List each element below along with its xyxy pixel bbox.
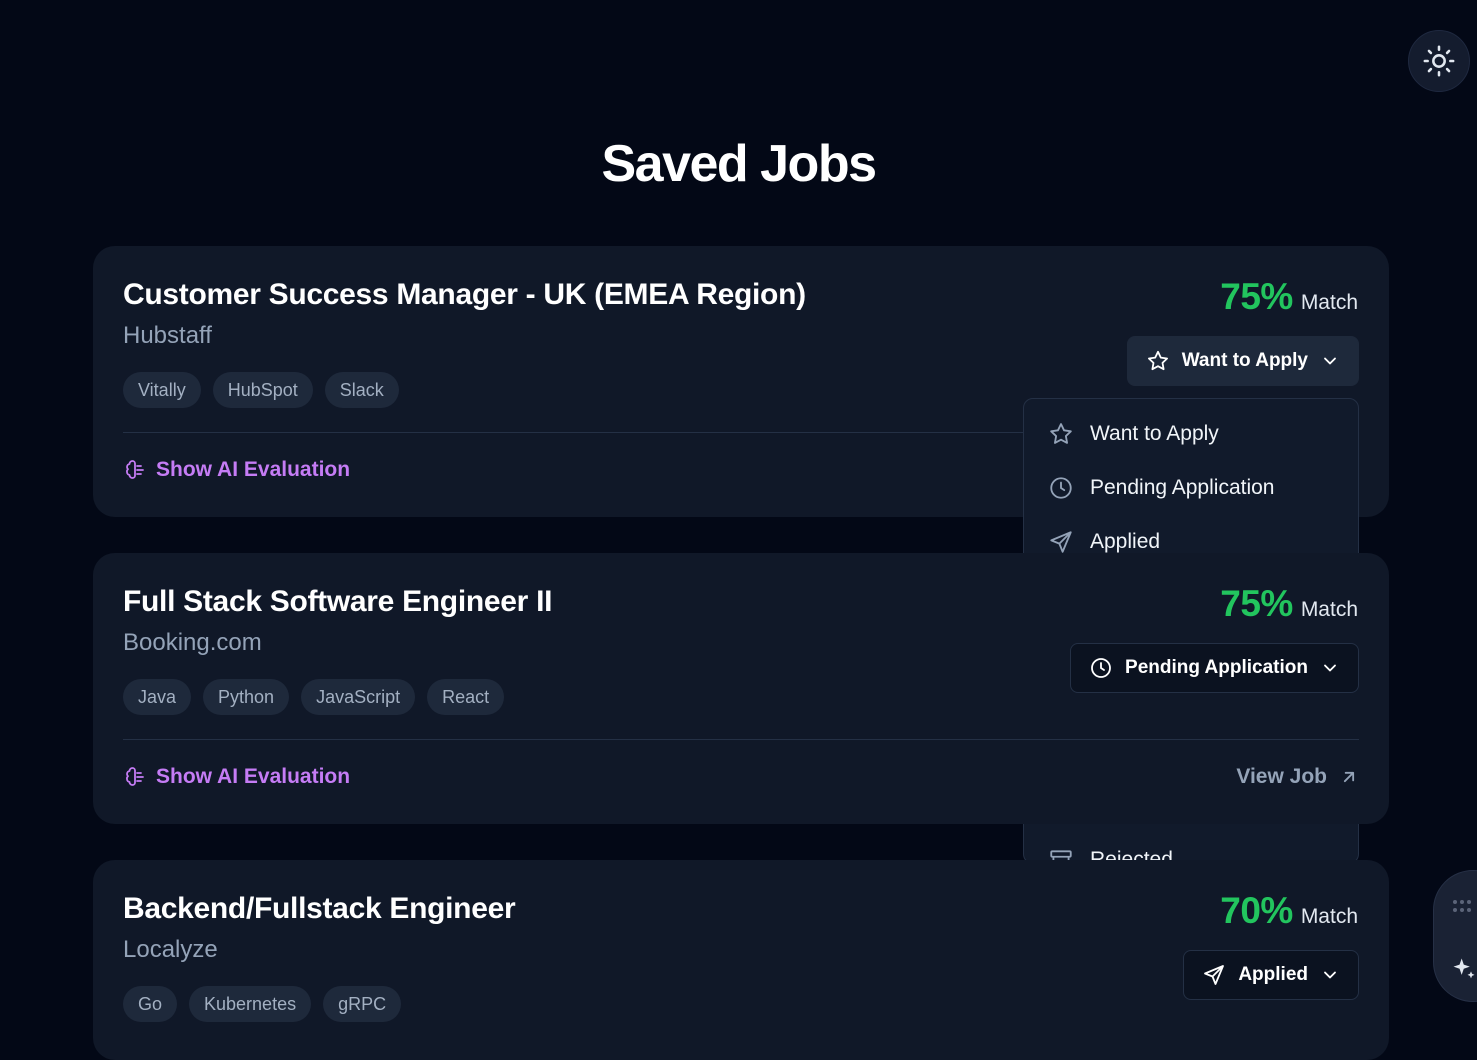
status-label: Pending Application	[1125, 657, 1308, 678]
match-score: 75% Match	[1220, 583, 1358, 625]
status-dropdown-button[interactable]: Applied	[1183, 950, 1359, 1000]
skill-tag: Go	[123, 986, 178, 1022]
company-name: Hubstaff	[123, 322, 212, 349]
match-percent: 75%	[1220, 583, 1293, 624]
skill-tag: Python	[203, 679, 290, 715]
show-ai-evaluation-button[interactable]: Show AI Evaluation	[123, 765, 350, 789]
brain-icon	[123, 458, 147, 482]
star-icon	[1146, 349, 1170, 373]
skill-tags: Java Python JavaScript React	[123, 679, 505, 715]
job-title: Full Stack Software Engineer II	[123, 585, 553, 618]
floating-assistant-widget[interactable]	[1433, 870, 1477, 1002]
drag-handle-icon[interactable]	[1452, 899, 1474, 913]
sun-icon	[1422, 44, 1456, 78]
match-percent: 75%	[1220, 276, 1293, 317]
skill-tag: React	[427, 679, 505, 715]
skill-tag: Slack	[324, 372, 399, 408]
company-name: Localyze	[123, 936, 218, 963]
status-dropdown-button[interactable]: Want to Apply	[1126, 336, 1359, 386]
ai-eval-label: Show AI Evaluation	[156, 765, 351, 788]
chevron-down-icon	[1320, 351, 1340, 371]
match-label: Match	[1300, 598, 1358, 621]
arrow-up-right-icon	[1339, 767, 1359, 787]
theme-toggle-button[interactable]	[1408, 30, 1470, 92]
ai-eval-label: Show AI Evaluation	[156, 458, 351, 481]
status-label: Applied	[1238, 964, 1308, 985]
view-job-label: View Job	[1236, 765, 1327, 788]
divider	[123, 739, 1359, 740]
match-label: Match	[1300, 291, 1358, 314]
brain-icon	[123, 765, 147, 789]
sparkle-icon[interactable]	[1450, 955, 1477, 983]
skill-tag: Java	[123, 679, 192, 715]
match-percent: 70%	[1220, 890, 1293, 931]
skill-tags: Go Kubernetes gRPC	[123, 986, 402, 1022]
job-card: Full Stack Software Engineer II Booking.…	[93, 553, 1389, 824]
match-score: 75% Match	[1220, 276, 1358, 318]
chevron-down-icon	[1320, 658, 1340, 678]
job-card: Backend/Fullstack Engineer Localyze Go K…	[93, 860, 1389, 1060]
skill-tags: Vitally HubSpot Slack	[123, 372, 399, 408]
clock-icon	[1048, 475, 1074, 501]
skill-tag: Kubernetes	[189, 986, 312, 1022]
skill-tag: HubSpot	[212, 372, 313, 408]
job-title: Backend/Fullstack Engineer	[123, 892, 516, 925]
send-icon	[1048, 529, 1074, 555]
status-label: Want to Apply	[1181, 350, 1308, 371]
send-icon	[1202, 963, 1226, 987]
match-score: 70% Match	[1220, 890, 1358, 932]
status-dropdown-button[interactable]: Pending Application	[1070, 643, 1359, 693]
star-icon	[1048, 421, 1074, 447]
skill-tag: JavaScript	[301, 679, 416, 715]
view-job-link[interactable]: View Job	[1236, 765, 1359, 789]
page-title: Saved Jobs	[601, 135, 877, 193]
chevron-down-icon	[1320, 965, 1340, 985]
menu-item-label: Want to Apply	[1090, 422, 1219, 445]
job-title: Customer Success Manager - UK (EMEA Regi…	[123, 278, 806, 311]
match-label: Match	[1300, 905, 1358, 928]
menu-item-pending-application[interactable]: Pending Application	[1024, 461, 1358, 515]
company-name: Booking.com	[123, 629, 262, 656]
menu-item-label: Applied	[1090, 530, 1161, 553]
show-ai-evaluation-button[interactable]: Show AI Evaluation	[123, 458, 350, 482]
clock-icon	[1089, 656, 1113, 680]
menu-item-label: Pending Application	[1090, 476, 1275, 499]
skill-tag: Vitally	[123, 372, 201, 408]
skill-tag: gRPC	[323, 986, 402, 1022]
menu-item-want-to-apply[interactable]: Want to Apply	[1024, 407, 1358, 461]
